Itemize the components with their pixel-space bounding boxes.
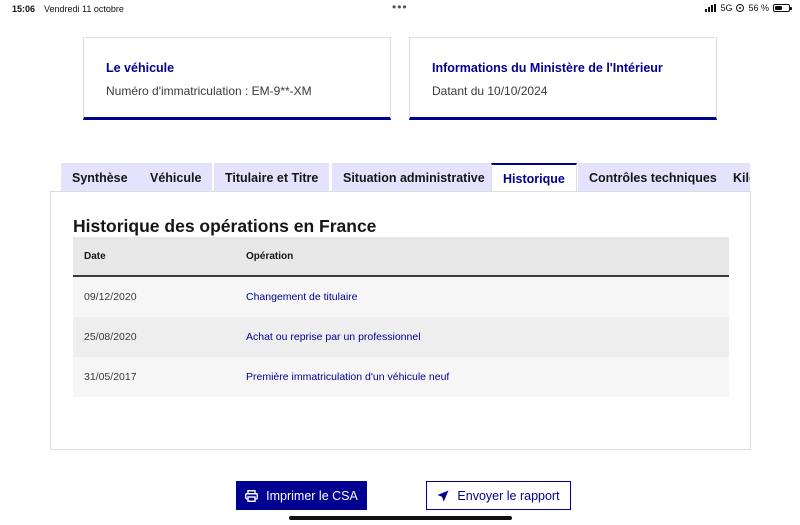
- row-operation-link[interactable]: Achat ou reprise par un professionnel: [246, 331, 421, 343]
- tab-list: Synthèse Véhicule Titulaire et Titre Sit…: [61, 163, 750, 192]
- ministry-info-card: Informations du Ministère de l'Intérieur…: [409, 37, 717, 120]
- send-report-button[interactable]: Envoyer le rapport: [426, 481, 571, 510]
- tab-vehicule[interactable]: Véhicule: [139, 163, 213, 192]
- vehicle-card-title: Le véhicule: [106, 61, 175, 75]
- cellular-signal-icon: [705, 4, 717, 12]
- row-date: 31/05/2017: [84, 371, 137, 383]
- status-time: 15:06: [12, 4, 36, 14]
- home-indicator[interactable]: [289, 516, 512, 520]
- multitasking-dots-icon[interactable]: •••: [392, 0, 408, 14]
- status-bar: 15:06 Vendredi 11 octobre ••• 5G 56 %: [0, 0, 800, 18]
- tab-situation-administrative[interactable]: Situation administrative: [332, 163, 496, 192]
- tab-titulaire-et-titre[interactable]: Titulaire et Titre: [214, 163, 330, 192]
- print-csa-button[interactable]: Imprimer le CSA: [236, 481, 367, 510]
- table-header: Date Opération: [73, 237, 729, 277]
- row-date: 25/08/2020: [84, 331, 137, 343]
- history-panel: Historique des opérations en France Date…: [50, 191, 751, 450]
- battery-fill: [775, 6, 783, 10]
- print-csa-label: Imprimer le CSA: [266, 488, 358, 503]
- printer-icon: [245, 489, 259, 502]
- tab-historique[interactable]: Historique: [491, 163, 577, 192]
- send-icon: [437, 490, 449, 501]
- history-table: Date Opération 09/12/2020 Changement de …: [73, 237, 729, 397]
- ministry-info-title: Informations du Ministère de l'Intérieur: [432, 61, 663, 75]
- table-row: 09/12/2020 Changement de titulaire: [73, 277, 729, 317]
- history-title: Historique des opérations en France: [73, 216, 377, 236]
- network-type: 5G: [720, 3, 733, 13]
- ministry-info-date: Datant du 10/10/2024: [432, 84, 548, 98]
- tab-kilometrage[interactable]: Kilométrage: [722, 163, 750, 192]
- status-date: Vendredi 11 octobre: [44, 4, 124, 14]
- battery-percent: 56 %: [748, 3, 769, 13]
- column-header-date: Date: [84, 251, 106, 262]
- registration-number: Numéro d'immatriculation : EM-9**-XM: [106, 84, 312, 98]
- table-row: 25/08/2020 Achat ou reprise par un profe…: [73, 317, 729, 357]
- vehicle-card: Le véhicule Numéro d'immatriculation : E…: [83, 37, 391, 120]
- tab-controles-techniques[interactable]: Contrôles techniques: [578, 163, 728, 192]
- row-operation-link[interactable]: Première immatriculation d'un véhicule n…: [246, 371, 449, 383]
- orientation-lock-icon: [736, 4, 745, 12]
- send-report-label: Envoyer le rapport: [457, 488, 560, 503]
- row-date: 09/12/2020: [84, 291, 137, 303]
- battery-icon: [773, 4, 792, 12]
- tab-synthese[interactable]: Synthèse: [61, 163, 139, 192]
- row-operation-link[interactable]: Changement de titulaire: [246, 291, 358, 303]
- table-row: 31/05/2017 Première immatriculation d'un…: [73, 357, 729, 397]
- column-header-operation: Opération: [246, 251, 294, 262]
- status-indicators: 5G 56 %: [705, 3, 792, 13]
